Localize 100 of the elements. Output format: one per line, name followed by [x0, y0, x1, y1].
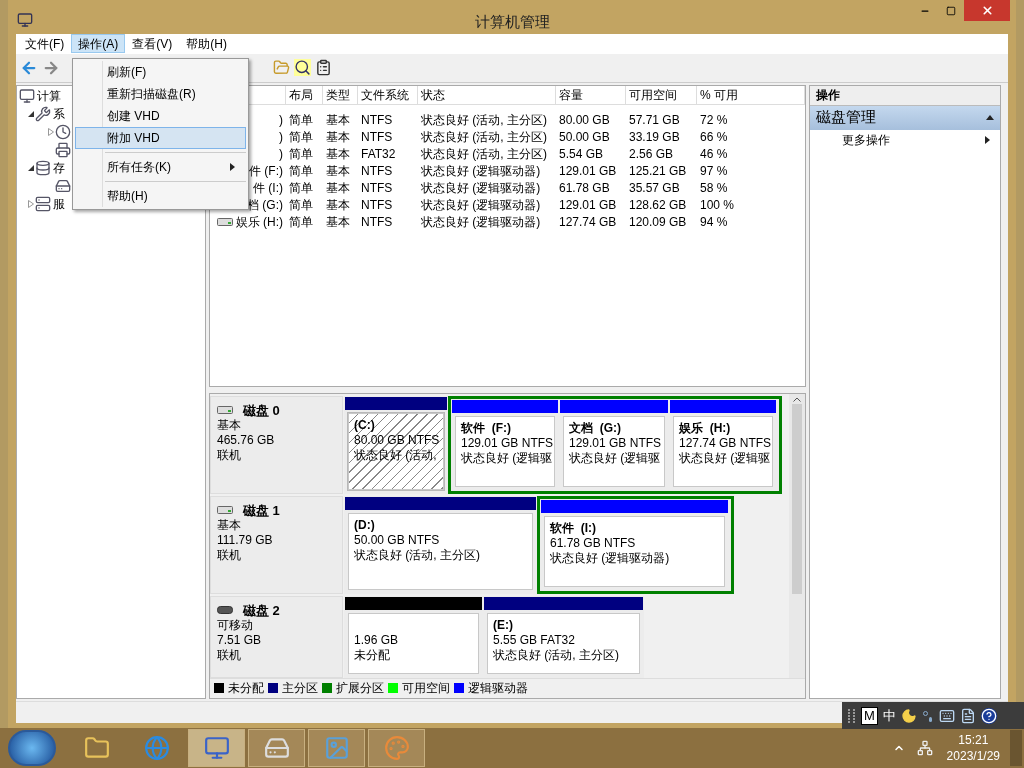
actions-section[interactable]: 磁盘管理: [810, 105, 1000, 130]
collapsed-triangle-icon[interactable]: [28, 199, 34, 208]
close-button[interactable]: [964, 0, 1010, 21]
menu-item[interactable]: 帮助(H): [179, 34, 234, 54]
partition-block[interactable]: (E:) 5.55 GB FAT32 状态良好 (活动, 主分区): [483, 595, 644, 678]
properties-icon[interactable]: [315, 59, 332, 77]
table-cell-text: 简单: [288, 129, 314, 147]
table-cell-text: 基本: [325, 197, 351, 215]
disk-type: 基本: [217, 517, 242, 533]
taskbar-button[interactable]: [248, 729, 305, 767]
menu-option[interactable]: 所有任务(K): [75, 156, 246, 178]
tree-item[interactable]: 计算: [37, 86, 61, 105]
column-header[interactable]: 可用空间: [626, 85, 697, 104]
column-header[interactable]: % 可用: [697, 85, 805, 104]
table-cell-text: 35.57 GB: [628, 180, 681, 198]
menu-option[interactable]: 帮助(H): [75, 185, 246, 207]
table-cell-text: 基本: [325, 214, 351, 232]
disk-type: 基本: [217, 417, 242, 433]
menu-option[interactable]: 刷新(F): [75, 61, 246, 83]
table-cell-text: 46 %: [699, 146, 729, 164]
table-cell-text: 2.56 GB: [628, 146, 675, 164]
disk-drive-icon: [217, 406, 233, 415]
actions-header: 操作: [810, 85, 1000, 106]
partition-status: 状态良好 (活动, 主分区): [493, 647, 620, 663]
monitor-icon: [203, 735, 230, 761]
grip-icon[interactable]: [848, 708, 856, 723]
table-cell-text: 125.21 GB: [628, 163, 688, 181]
menu-option[interactable]: 重新扫描磁盘(R): [75, 83, 246, 105]
expanded-triangle-icon[interactable]: [28, 164, 34, 171]
tree-item[interactable]: 服: [53, 194, 65, 213]
column-header[interactable]: 状态: [418, 85, 556, 104]
scrollbar[interactable]: [789, 393, 805, 678]
partition-block[interactable]: 1.96 GB 未分配: [344, 595, 483, 678]
menu-item[interactable]: 文件(F): [18, 34, 72, 54]
table-cell-text: 72 %: [699, 112, 729, 130]
scheduler-icon: [55, 123, 71, 140]
palette-icon: [383, 735, 410, 761]
partition-block[interactable]: (D:) 50.00 GB NTFS 状态良好 (活动, 主分区): [344, 495, 537, 594]
moon-icon[interactable]: [900, 707, 917, 724]
collapse-icon: [986, 113, 994, 122]
partition-size: 50.00 GB NTFS: [354, 532, 441, 548]
collapsed-triangle-icon[interactable]: [48, 127, 54, 136]
services-icon: [35, 195, 51, 212]
action-item[interactable]: 更多操作: [810, 129, 1000, 150]
language-bar-label[interactable]: M: [861, 706, 878, 725]
maximize-icon: [946, 5, 956, 16]
start-button[interactable]: [8, 730, 56, 766]
disk-name: 磁盘 0: [243, 402, 280, 418]
tools-icon: [35, 105, 51, 122]
window-title: 计算机管理: [474, 12, 550, 32]
search-icon[interactable]: [294, 59, 311, 77]
scroll-up-icon[interactable]: [793, 396, 801, 402]
menu-item[interactable]: 操作(A): [71, 34, 126, 54]
clock-date[interactable]: 2023/1/29: [946, 748, 1000, 764]
clock-time[interactable]: 15:21: [958, 732, 989, 748]
table-cell-text: NTFS: [360, 214, 394, 232]
tree-item[interactable]: 系: [53, 104, 65, 123]
taskbar-button[interactable]: [368, 729, 425, 767]
column-header[interactable]: 文件系统: [358, 85, 418, 104]
table-cell-text: 状态良好 (逻辑驱动器): [420, 197, 542, 215]
table-cell-text: 66 %: [699, 129, 729, 147]
table-cell-text: 件 (F:): [249, 163, 283, 181]
devices-icon: [55, 141, 71, 158]
partition-size: 61.78 GB NTFS: [550, 535, 637, 551]
table-cell-text: 基本: [325, 163, 351, 181]
table-cell-text: 简单: [288, 163, 314, 181]
table-cell-text: NTFS: [360, 112, 394, 130]
disk-type: 可移动: [217, 617, 254, 633]
partition-block[interactable]: (C:) 80.00 GB NTFS 状态良好 (活动,: [344, 395, 448, 494]
partition-status: 状态良好 (活动, 主分区): [354, 547, 481, 563]
partition-label: 文档 (G:): [569, 420, 622, 436]
folder-icon: [83, 735, 110, 761]
disk-status: 联机: [217, 547, 242, 563]
taskbar-button[interactable]: [188, 729, 245, 767]
taskbar-button[interactable]: [308, 729, 365, 767]
partition-label: 软件 (F:): [461, 420, 512, 436]
column-header[interactable]: 布局: [286, 85, 323, 104]
table-cell-text: 120.09 GB: [628, 214, 688, 232]
table-cell-text: 58 %: [699, 180, 729, 198]
tree-item[interactable]: 存: [53, 158, 65, 177]
column-header[interactable]: 容量: [556, 85, 626, 104]
table-cell-text: 129.01 GB: [558, 197, 618, 215]
keyboard-icon[interactable]: [938, 707, 955, 724]
table-cell-text: ): [279, 112, 283, 130]
menu-item[interactable]: 查看(V): [125, 34, 180, 54]
partition-size: 129.01 GB NTFS: [569, 435, 659, 451]
language-bar-label[interactable]: 中: [882, 705, 896, 726]
help-icon[interactable]: [980, 707, 997, 724]
table-cell-text: 状态良好 (活动, 主分区): [420, 146, 548, 164]
table-cell-text: 简单: [288, 146, 314, 164]
column-header[interactable]: 类型: [323, 85, 358, 104]
menu-option[interactable]: 创建 VHD: [75, 105, 246, 127]
table-cell-text: NTFS: [360, 197, 394, 215]
expanded-triangle-icon[interactable]: [28, 110, 34, 117]
table-cell-text: 简单: [288, 112, 314, 130]
menu-option[interactable]: 附加 VHD: [75, 127, 246, 149]
partition-status: 状态良好 (逻辑驱动器): [550, 550, 671, 566]
image-icon: [323, 735, 350, 761]
table-cell-text: NTFS: [360, 163, 394, 181]
disk-name: 磁盘 2: [243, 602, 280, 618]
